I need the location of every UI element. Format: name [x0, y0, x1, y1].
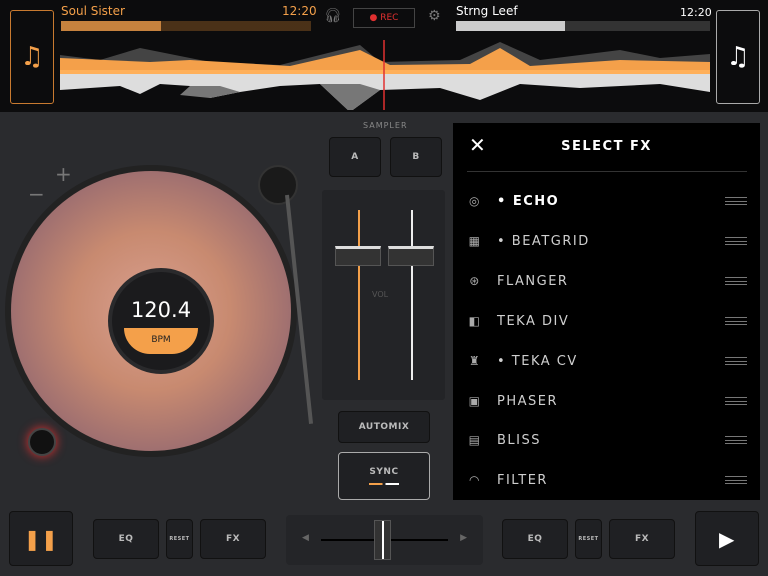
fx-item-filter[interactable]: ◠ FILTER	[467, 460, 747, 500]
left-track-time: 12:20	[282, 4, 317, 18]
add-track-left-button[interactable]: ♫	[10, 10, 54, 104]
headphones-icon[interactable]: 🎧︎	[324, 8, 342, 24]
fx-item-label: FLANGER	[497, 273, 569, 289]
drag-handle-icon[interactable]	[725, 237, 747, 245]
play-icon: ▶	[719, 526, 735, 551]
pitch-minus-button[interactable]: −	[28, 182, 45, 206]
right-overview-waveform[interactable]	[456, 21, 710, 31]
right-volume-track	[411, 210, 413, 380]
right-fx-button[interactable]: FX	[609, 519, 675, 559]
fx-item-teka-cv[interactable]: ♜ • TEKA CV	[467, 341, 747, 381]
fx-item-label: • TEKA CV	[497, 353, 578, 369]
right-track-time: 12:20	[680, 6, 712, 19]
teka-cv-icon: ♜	[468, 354, 482, 368]
drag-handle-icon[interactable]	[725, 357, 747, 365]
volume-mixer: VOL	[322, 190, 445, 400]
left-reset-button[interactable]: RESET	[166, 519, 193, 559]
drag-handle-icon[interactable]	[725, 476, 747, 484]
fx-item-beatgrid[interactable]: ▦ • BEATGRID	[467, 221, 747, 261]
filter-icon: ◠	[469, 473, 481, 487]
add-music-icon: ♫	[726, 42, 750, 72]
crossfader-handle[interactable]	[374, 520, 391, 560]
pitch-plus-button[interactable]: +	[55, 162, 72, 186]
drag-handle-icon[interactable]	[725, 197, 747, 205]
top-bar: ♫ ♫ Soul Sister 12:20 Strng Leef 12:20 🎧…	[0, 0, 768, 112]
fx-item-label: BLISS	[497, 432, 541, 448]
drag-handle-icon[interactable]	[725, 317, 747, 325]
fx-item-label: • ECHO	[497, 193, 560, 209]
fx-item-label: • BEATGRID	[497, 233, 590, 249]
tonearm-pivot	[258, 165, 298, 205]
sync-button[interactable]: SYNC	[338, 452, 430, 500]
deck-knob[interactable]	[28, 428, 56, 456]
fx-item-phaser[interactable]: ▣ PHASER	[467, 381, 747, 421]
drag-handle-icon[interactable]	[725, 397, 747, 405]
fx-item-flanger[interactable]: ⊛ FLANGER	[467, 261, 747, 301]
sampler-a-button[interactable]: A	[329, 137, 381, 177]
main-waveform[interactable]	[60, 40, 710, 110]
left-eq-button[interactable]: EQ	[93, 519, 159, 559]
play-button[interactable]: ▶	[695, 511, 759, 566]
crossfader[interactable]: ◀ ▶	[286, 515, 483, 565]
fx-item-label: PHASER	[497, 393, 559, 409]
right-reset-button[interactable]: RESET	[575, 519, 602, 559]
fx-item-bliss[interactable]: ▤ BLISS	[467, 420, 747, 460]
fx-item-label: TEKA DIV	[497, 313, 570, 329]
vol-label: VOL	[372, 290, 389, 299]
flanger-icon: ⊛	[469, 274, 481, 288]
sampler-b-button[interactable]: B	[390, 137, 442, 177]
sync-label: SYNC	[369, 467, 399, 477]
bpm-display[interactable]: 120.4 BPM	[108, 268, 214, 374]
sampler-label: SAMPLER	[363, 121, 408, 130]
right-track-title: Strng Leef	[456, 4, 518, 18]
bliss-icon: ▤	[468, 433, 482, 447]
drag-handle-icon[interactable]	[725, 277, 747, 285]
crossfader-left-arrow-icon[interactable]: ◀	[302, 533, 309, 543]
fx-item-echo[interactable]: ◎ • ECHO	[467, 181, 747, 221]
fx-item-teka-div[interactable]: ◧ TEKA DIV	[467, 301, 747, 341]
drag-handle-icon[interactable]	[725, 436, 747, 444]
right-volume-fader[interactable]	[388, 246, 434, 266]
pause-button[interactable]: ❚❚	[9, 511, 73, 566]
right-eq-button[interactable]: EQ	[502, 519, 568, 559]
fx-panel-title: SELECT FX	[561, 139, 652, 154]
left-track-title: Soul Sister	[61, 4, 125, 18]
bpm-label: BPM	[124, 328, 198, 354]
automix-button[interactable]: AUTOMIX	[338, 411, 430, 443]
beatgrid-icon: ▦	[468, 234, 482, 248]
settings-gear-icon[interactable]: ⚙	[428, 8, 441, 24]
left-overview-waveform[interactable]	[61, 21, 311, 31]
add-music-icon: ♫	[20, 42, 44, 72]
crossfader-right-arrow-icon[interactable]: ▶	[460, 533, 467, 543]
pause-icon: ❚❚	[23, 526, 59, 551]
left-volume-fader[interactable]	[335, 246, 381, 266]
sync-indicator	[369, 483, 399, 485]
fx-item-label: FILTER	[497, 472, 548, 488]
add-track-right-button[interactable]: ♫	[716, 10, 760, 104]
rec-button[interactable]: ● REC	[353, 8, 415, 28]
left-volume-track	[358, 210, 360, 380]
echo-icon: ◎	[469, 194, 481, 208]
teka-div-icon: ◧	[468, 314, 482, 328]
bpm-value: 120.4	[130, 298, 192, 322]
left-fx-button[interactable]: FX	[200, 519, 266, 559]
fx-panel: ✕ SELECT FX ◎ • ECHO ▦ • BEATGRID ⊛ FLANGER…	[453, 123, 760, 500]
phaser-icon: ▣	[468, 394, 482, 408]
divider	[467, 171, 747, 172]
